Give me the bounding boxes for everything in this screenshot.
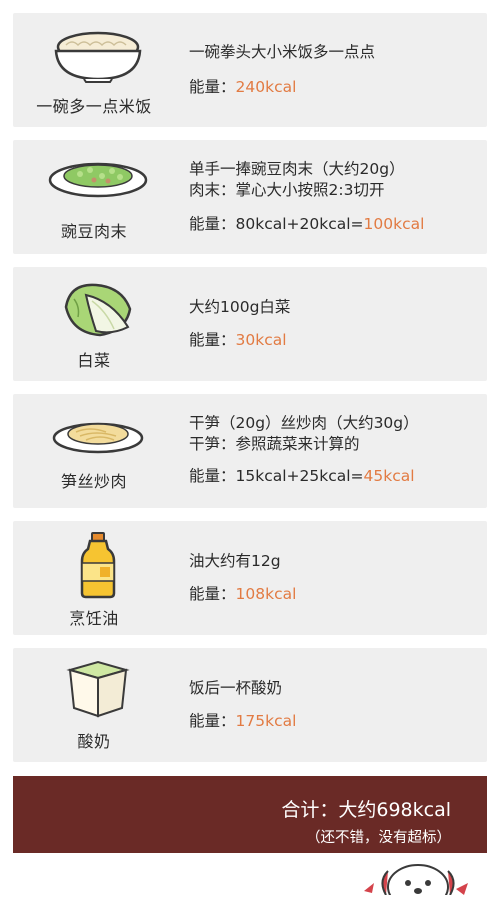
energy-label: 能量： [189, 331, 236, 349]
energy-line: 能量：80kcal+20kcal=100kcal [189, 212, 424, 234]
energy-value: 45kcal [363, 467, 415, 485]
energy-value: 108kcal [235, 585, 297, 603]
food-description-line: 单手一捧豌豆肉末（大约20g） [189, 160, 405, 178]
food-description-line: 大约100g白菜 [189, 298, 291, 316]
energy-label: 能量： [189, 215, 236, 233]
food-description-line: 饭后一杯酸奶 [189, 679, 283, 697]
energy-label: 能量： [189, 78, 236, 96]
yogurt-cup-icon [43, 660, 153, 718]
food-description-line: 一碗拳头大小米饭多一点点 [189, 43, 376, 61]
energy-line: 能量：175kcal [189, 709, 296, 731]
energy-label: 能量： [189, 712, 236, 730]
food-description: 饭后一杯酸奶 [189, 678, 282, 699]
food-description: 大约100g白菜 [189, 297, 290, 318]
food-name: 豌豆肉末 [60, 222, 127, 241]
energy-value: 100kcal [363, 215, 425, 233]
total-banner: 合计：大约698kcal （还不错，没有超标） [13, 776, 487, 853]
food-card-rice: 一碗多一点米饭 一碗拳头大小米饭多一点点 能量：240kcal [13, 13, 487, 127]
food-card-cooking-oil: 烹饪油 油大约有12g 能量：108kcal [13, 521, 487, 635]
energy-line: 能量：15kcal+25kcal=45kcal [189, 464, 415, 486]
cabbage-icon [43, 277, 153, 339]
peas-minced-meat-icon [43, 156, 153, 200]
energy-formula: 15kcal+25kcal= [235, 467, 364, 485]
food-name: 一碗多一点米饭 [36, 97, 152, 116]
food-description-line: 干笋：参照蔬菜来计算的 [189, 435, 360, 453]
oil-bottle-icon [43, 531, 153, 599]
food-name: 笋丝炒肉 [60, 472, 127, 491]
food-description-line: 肉末：掌心大小按照2:3切开 [189, 181, 385, 199]
energy-line: 能量：108kcal [189, 582, 296, 604]
energy-label: 能量： [189, 467, 236, 485]
shredded-bamboo-pork-icon [43, 414, 153, 454]
energy-label: 能量： [189, 585, 236, 603]
food-description: 一碗拳头大小米饭多一点点 [189, 42, 375, 63]
food-name: 烹饪油 [69, 609, 119, 628]
energy-value: 240kcal [235, 78, 297, 96]
food-card-yogurt: 酸奶 饭后一杯酸奶 能量：175kcal [13, 648, 487, 762]
food-name: 酸奶 [77, 732, 111, 751]
energy-line: 能量：30kcal [189, 328, 287, 350]
food-card-cabbage: 白菜 大约100g白菜 能量：30kcal [13, 267, 487, 381]
energy-line: 能量：240kcal [189, 75, 296, 97]
food-description: 单手一捧豌豆肉末（大约20g） 肉末：掌心大小按照2:3切开 [189, 159, 405, 201]
total-comment: （还不错，没有超标） [306, 830, 451, 846]
food-name: 白菜 [77, 351, 111, 370]
energy-formula: 80kcal+20kcal= [235, 215, 364, 233]
food-card-peas-minced-meat: 豌豆肉末 单手一捧豌豆肉末（大约20g） 肉末：掌心大小按照2:3切开 能量：8… [13, 140, 487, 254]
rice-bowl-icon [43, 27, 153, 83]
food-description-line: 干笋（20g）丝炒肉（大约30g） [189, 414, 419, 432]
total-calories: 合计：大约698kcal [281, 799, 451, 821]
food-description: 油大约有12g [189, 551, 281, 572]
food-description: 干笋（20g）丝炒肉（大约30g） 干笋：参照蔬菜来计算的 [189, 413, 419, 455]
dog-mascot-icon [360, 853, 470, 899]
food-card-bamboo-pork: 笋丝炒肉 干笋（20g）丝炒肉（大约30g） 干笋：参照蔬菜来计算的 能量：15… [13, 394, 487, 508]
food-description-line: 油大约有12g [189, 552, 281, 570]
energy-value: 175kcal [235, 712, 297, 730]
energy-value: 30kcal [235, 331, 287, 349]
